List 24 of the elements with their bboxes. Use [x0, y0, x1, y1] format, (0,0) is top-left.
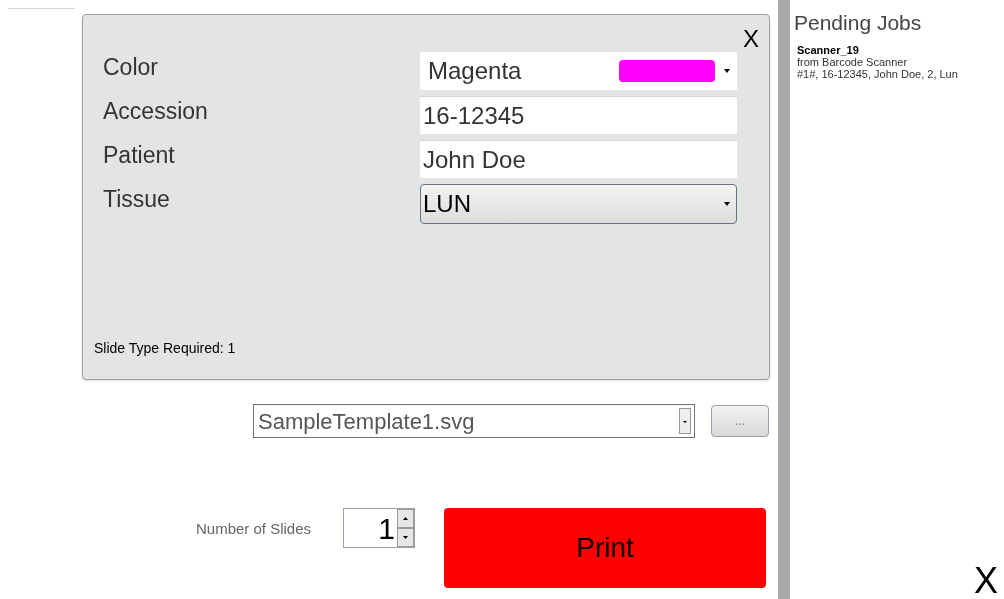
- field-label: Accession: [103, 97, 209, 126]
- pending-jobs-title: Pending Jobs: [794, 10, 923, 36]
- color-select[interactable]: Magenta: [420, 52, 737, 90]
- caret-icon: [723, 68, 731, 74]
- close-icon[interactable]: X: [743, 21, 759, 57]
- job-details: #1#, 16-12345, John Doe, 2, Lun: [797, 68, 959, 81]
- spin-arrows-icon: [397, 509, 414, 547]
- slide-type-note: Slide Type Required: 1: [94, 339, 236, 358]
- input-field[interactable]: 16-12345: [420, 96, 737, 134]
- job-source: from Barcode Scanner: [797, 56, 909, 69]
- close-icon[interactable]: X: [974, 563, 998, 599]
- tissue-select[interactable]: LUN: [420, 184, 737, 224]
- job-name: Scanner_19: [797, 44, 860, 57]
- input-field[interactable]: John Doe: [420, 140, 737, 178]
- slides-spinner[interactable]: 1: [343, 508, 415, 548]
- field-label: Color: [103, 53, 159, 82]
- template-select[interactable]: SampleTemplate1.svg: [253, 404, 695, 438]
- pending-job[interactable]: Scanner_19 from Barcode Scanner #1#, 16-12345, John Doe, 2, Lun: [797, 44, 1004, 81]
- dropdown-icon: [679, 408, 691, 434]
- print-button[interactable]: Print: [444, 508, 766, 588]
- number-of-slides-label: Number of Slides: [196, 519, 313, 539]
- field-label: Patient: [103, 141, 176, 170]
- caret-icon: [723, 201, 731, 207]
- field-label: Tissue: [103, 185, 171, 214]
